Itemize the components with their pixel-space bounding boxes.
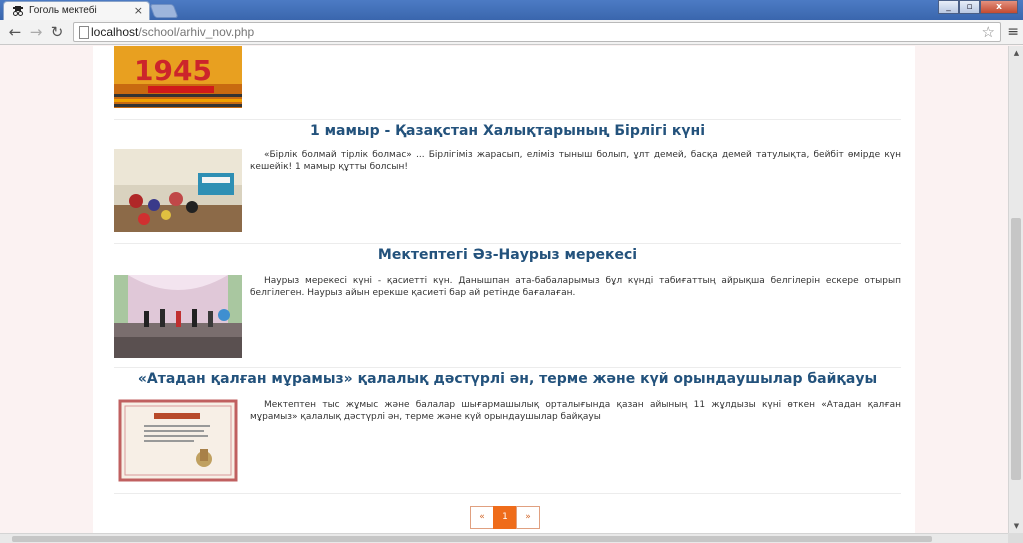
vertical-scroll-thumb[interactable] [1011, 218, 1021, 480]
url-host: localhost [91, 25, 139, 39]
window-controls: _ ▫ x [938, 0, 1018, 16]
bookmark-star-icon[interactable]: ☆ [982, 23, 995, 41]
new-tab-button[interactable] [149, 4, 179, 18]
browser-tab[interactable]: Гоголь мектебі × [3, 1, 150, 20]
news-excerpt: «Бірлік болмай тірлік болмас» ... Бірліг… [250, 150, 901, 172]
hat-icon [13, 6, 23, 16]
vertical-scrollbar[interactable]: ▲ ▼ [1008, 46, 1023, 533]
news-image[interactable] [114, 275, 242, 358]
news-excerpt: Мектептен тыс жұмыс және балалар шығарма… [250, 400, 901, 422]
page-viewport: 1945 1 мамыр - Қазақстан Халықтарының Бі… [0, 46, 1008, 533]
news-image[interactable] [114, 149, 242, 232]
horizontal-scroll-thumb[interactable] [12, 536, 932, 542]
news-image[interactable]: 1945 [114, 46, 242, 108]
scrollbar-corner [1008, 533, 1023, 543]
news-excerpt: Наурыз мерекесі күні - қасиетті күн. Дан… [250, 276, 901, 298]
pagination-next-button[interactable]: » [516, 506, 540, 529]
tab-close-icon[interactable]: × [134, 4, 143, 17]
browser-toolbar: ← → ↻ localhost/school/arhiv_nov.php ☆ ≡ [0, 20, 1023, 45]
news-image[interactable] [114, 399, 242, 482]
url-path: /school/arhiv_nov.php [138, 25, 255, 39]
browser-menu-icon[interactable]: ≡ [1007, 24, 1019, 40]
tab-title: Гоголь мектебі [29, 5, 97, 16]
scroll-up-arrow-icon[interactable]: ▲ [1009, 46, 1023, 60]
pagination: « 1 » [470, 506, 540, 529]
svg-text:1945: 1945 [134, 54, 212, 87]
news-title-link[interactable]: 1 мамыр - Қазақстан Халықтарының Бірлігі… [114, 120, 901, 140]
forward-icon[interactable]: → [27, 23, 45, 41]
maximize-button[interactable]: ▫ [959, 0, 980, 14]
news-divider [114, 493, 901, 494]
pagination-prev-button[interactable]: « [470, 506, 494, 529]
news-item: Мектептегі Әз-Наурыз мерекесі Наурыз мер… [114, 244, 901, 358]
news-item: 1 мамыр - Қазақстан Халықтарының Бірлігі… [114, 120, 901, 234]
address-bar[interactable]: localhost/school/arhiv_nov.php ☆ [73, 22, 1001, 42]
url-text: localhost/school/arhiv_nov.php [91, 25, 254, 39]
horizontal-scrollbar[interactable] [0, 533, 1008, 543]
news-item: 1945 [114, 46, 901, 108]
minimize-button[interactable]: _ [938, 0, 959, 14]
news-title-link[interactable]: Мектептегі Әз-Наурыз мерекесі [114, 244, 901, 264]
reload-icon[interactable]: ↻ [48, 23, 66, 41]
news-title-link[interactable]: «Атадан қалған мұрамыз» қалалық дәстүрлі… [114, 368, 901, 388]
close-window-button[interactable]: x [980, 0, 1018, 14]
page-icon [79, 26, 89, 39]
window-titlebar: Гоголь мектебі × _ ▫ x [0, 0, 1023, 20]
news-item: «Атадан қалған мұрамыз» қалалық дәстүрлі… [114, 368, 901, 494]
pagination-page-button[interactable]: 1 [493, 506, 517, 529]
back-icon[interactable]: ← [6, 23, 24, 41]
scroll-down-arrow-icon[interactable]: ▼ [1009, 519, 1023, 533]
